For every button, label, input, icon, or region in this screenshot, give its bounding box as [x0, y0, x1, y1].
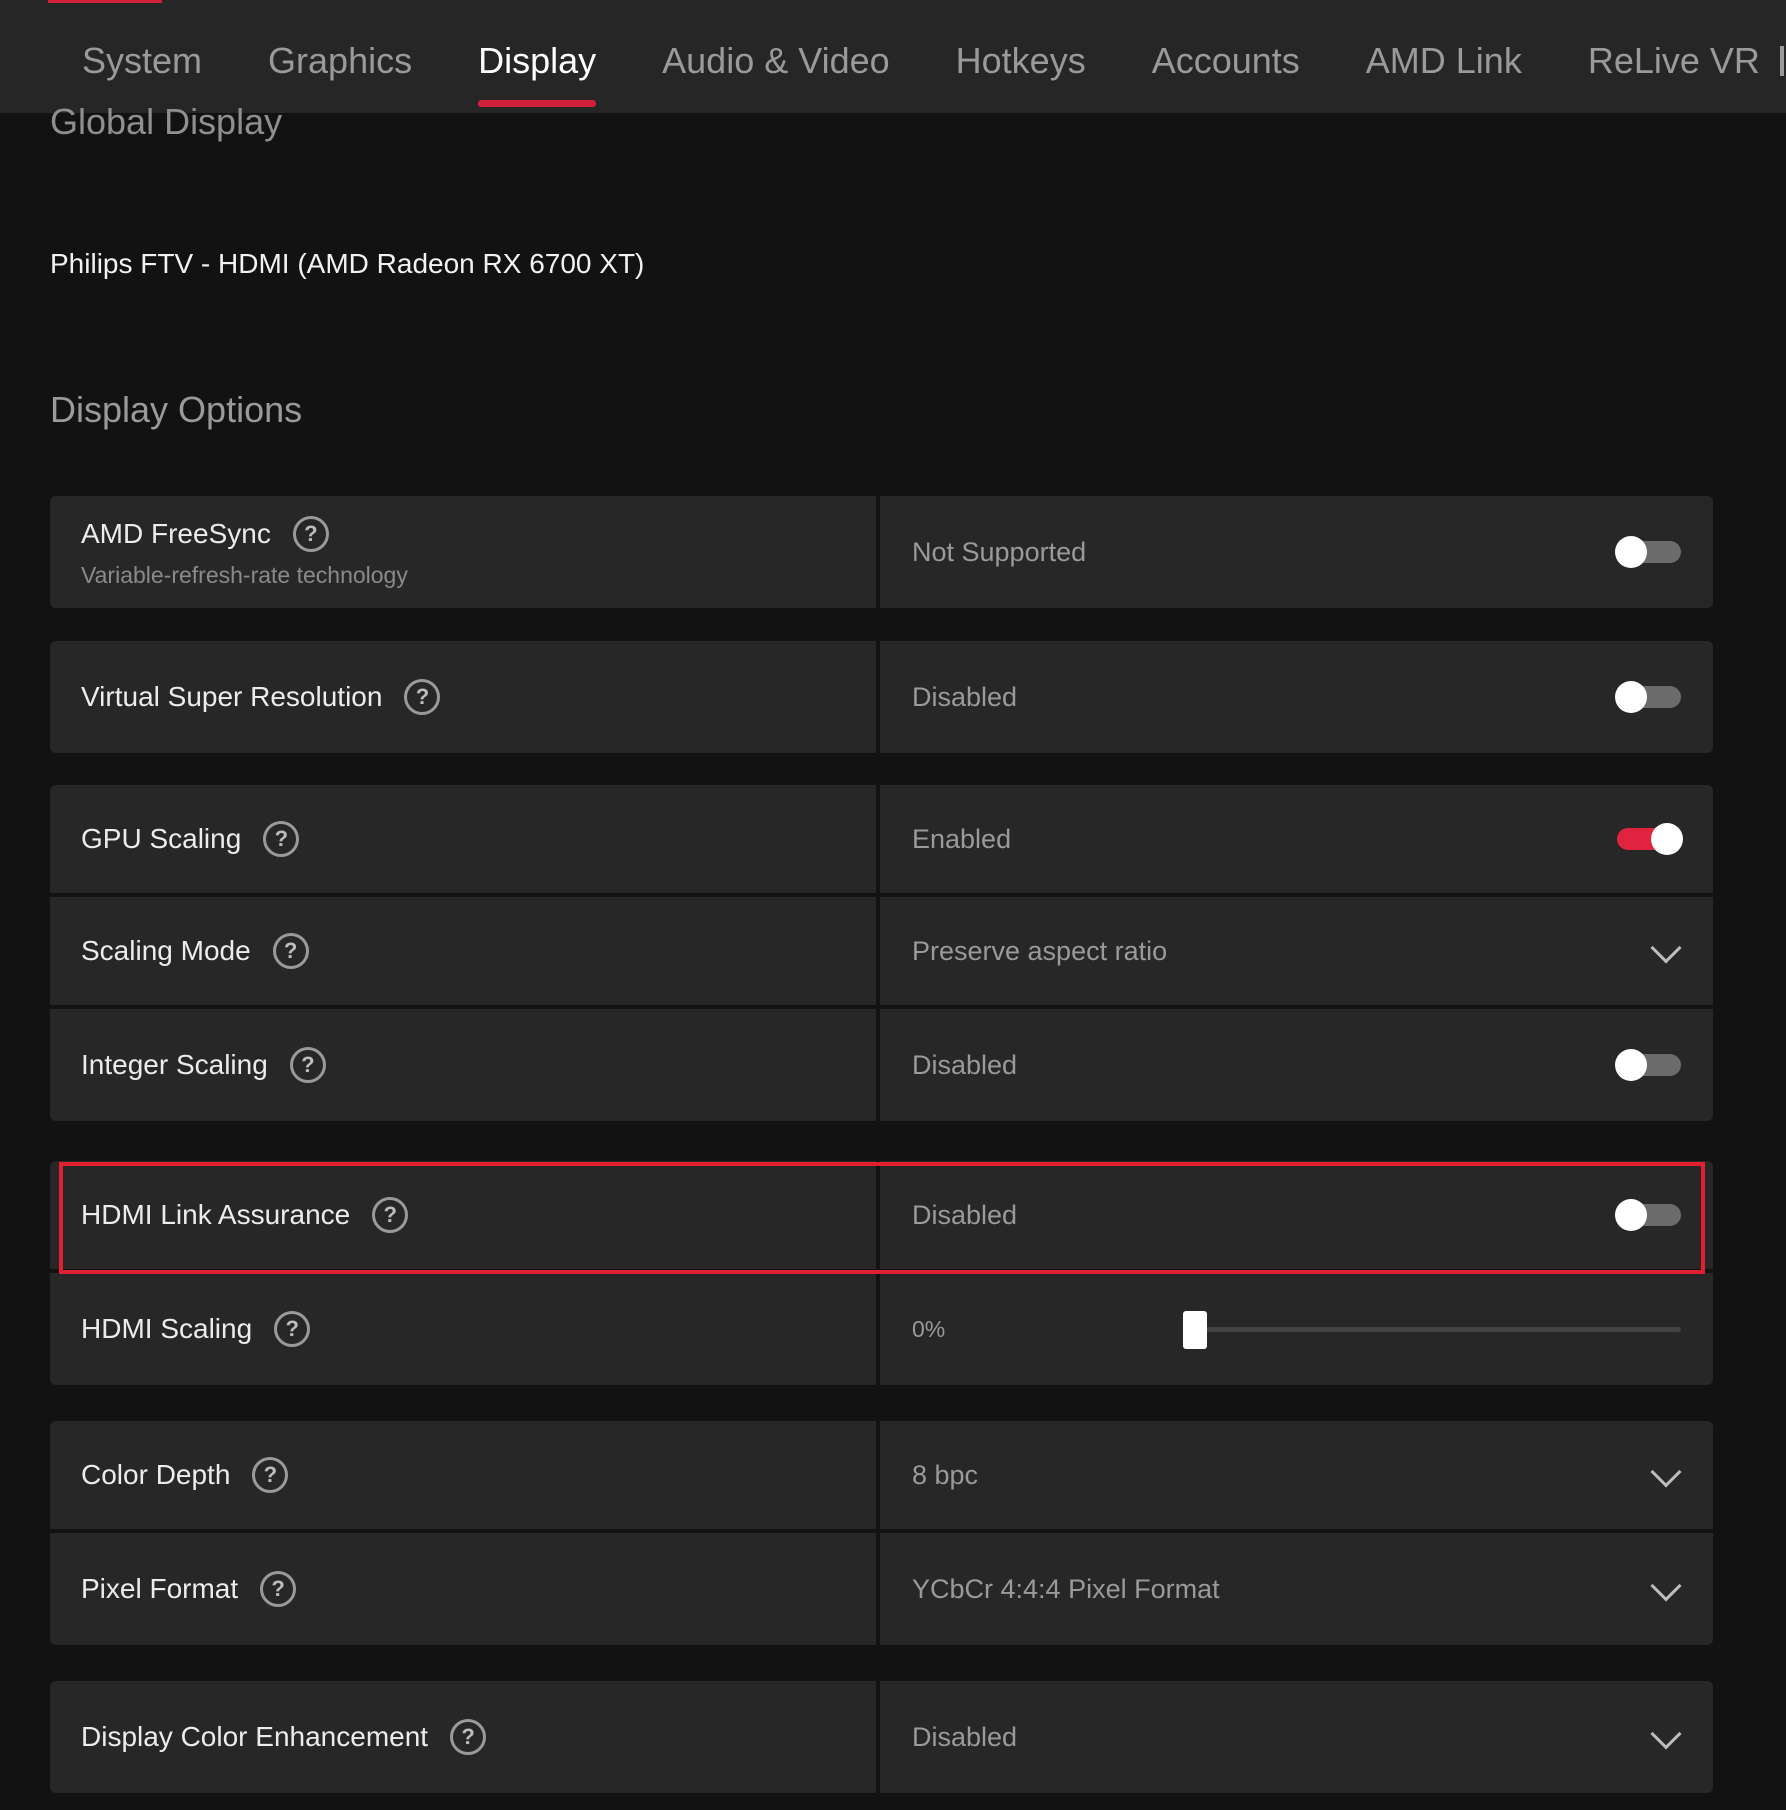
setting-row-color-enhancement: Display Color Enhancement ? Disabled: [50, 1681, 1713, 1793]
display-options-title: Display Options: [50, 389, 303, 430]
color-depth-value: 8 bpc: [912, 1459, 979, 1490]
tab-display[interactable]: Display: [478, 0, 597, 107]
chevron-down-icon[interactable]: [1650, 1718, 1682, 1750]
toggle-knob: [1615, 536, 1647, 568]
integer-scaling-status: Disabled: [912, 1049, 1018, 1080]
setting-row-pixel-format: Pixel Format ? YCbCr 4:4:4 Pixel Format: [50, 1533, 1713, 1645]
color-depth-dropdown[interactable]: 8 bpc: [880, 1421, 1713, 1529]
hdmi-scaling-value: 0%: [912, 1315, 946, 1342]
help-icon[interactable]: ?: [404, 679, 441, 715]
toggle-knob: [1615, 1049, 1647, 1081]
tab-hotkeys[interactable]: Hotkeys: [956, 0, 1086, 82]
chevron-down-icon[interactable]: [1650, 1570, 1682, 1602]
tab-list: System Graphics Display Audio & Video Ho…: [82, 0, 1786, 113]
color-enhancement-dropdown[interactable]: Disabled: [880, 1681, 1713, 1793]
chevron-down-icon[interactable]: [1650, 932, 1682, 964]
setting-row-hdmi-scaling: HDMI Scaling ? 0%: [50, 1273, 1713, 1385]
hdmi-link-toggle[interactable]: [1615, 1199, 1681, 1231]
hdmi-link-label: HDMI Link Assurance: [81, 1199, 351, 1230]
setting-row-integer-scaling: Integer Scaling ? Disabled: [50, 1009, 1713, 1121]
vsr-toggle[interactable]: [1615, 681, 1681, 713]
tab-overflow-stub: [1780, 46, 1784, 76]
setting-row-vsr: Virtual Super Resolution ? Disabled: [50, 641, 1713, 753]
tab-graphics[interactable]: Graphics: [268, 0, 412, 82]
hdmi-link-status: Disabled: [912, 1199, 1018, 1230]
help-icon[interactable]: ?: [263, 821, 300, 857]
help-icon[interactable]: ?: [372, 1197, 409, 1233]
toggle-knob: [1615, 1199, 1647, 1231]
freesync-subtitle: Variable-refresh-rate technology: [81, 561, 408, 588]
help-icon[interactable]: ?: [450, 1719, 487, 1755]
enhancement-group: Display Color Enhancement ? Disabled: [50, 1681, 1713, 1793]
vsr-group: Virtual Super Resolution ? Disabled: [50, 641, 1713, 753]
display-name: Philips FTV - HDMI (AMD Radeon RX 6700 X…: [50, 248, 645, 279]
tab-relive-vr[interactable]: ReLive VR: [1588, 0, 1760, 82]
tab-amd-link[interactable]: AMD Link: [1366, 0, 1522, 82]
slider-thumb[interactable]: [1183, 1310, 1207, 1349]
global-display-title: Global Display: [50, 101, 283, 142]
pixel-format-dropdown[interactable]: YCbCr 4:4:4 Pixel Format: [880, 1533, 1713, 1645]
vsr-status: Disabled: [912, 681, 1018, 712]
color-enhancement-label: Display Color Enhancement: [81, 1721, 429, 1752]
setting-row-scaling-mode: Scaling Mode ? Preserve aspect ratio: [50, 897, 1713, 1009]
pixel-format-label: Pixel Format: [81, 1573, 239, 1604]
integer-scaling-toggle[interactable]: [1615, 1049, 1681, 1081]
setting-row-freesync: AMD FreeSync ? Variable-refresh-rate tec…: [50, 496, 1713, 608]
toggle-knob: [1615, 681, 1647, 713]
setting-row-gpu-scaling: GPU Scaling ? Enabled: [50, 785, 1713, 897]
setting-row-color-depth: Color Depth ? 8 bpc: [50, 1421, 1713, 1533]
hdmi-group: HDMI Link Assurance ? Disabled HDMI Scal…: [50, 1161, 1713, 1385]
hdmi-scaling-slider[interactable]: [1183, 1310, 1681, 1349]
scaling-mode-value: Preserve aspect ratio: [912, 935, 1168, 966]
gpu-scaling-status: Enabled: [912, 823, 1012, 854]
settings-content: Global Display Philips FTV - HDMI (AMD R…: [0, 101, 1786, 1810]
vsr-label: Virtual Super Resolution: [81, 681, 383, 712]
pixel-format-value: YCbCr 4:4:4 Pixel Format: [912, 1573, 1220, 1604]
help-icon[interactable]: ?: [272, 933, 309, 969]
tab-accounts[interactable]: Accounts: [1152, 0, 1300, 82]
help-icon[interactable]: ?: [252, 1457, 289, 1493]
gpu-scaling-toggle[interactable]: [1617, 823, 1683, 855]
freesync-toggle[interactable]: [1615, 536, 1681, 568]
freesync-group: AMD FreeSync ? Variable-refresh-rate tec…: [50, 496, 1713, 608]
top-nav-bar: System Graphics Display Audio & Video Ho…: [0, 0, 1786, 113]
freesync-label: AMD FreeSync: [81, 517, 271, 549]
freesync-status: Not Supported: [912, 536, 1087, 567]
color-depth-label: Color Depth: [81, 1459, 231, 1490]
scaling-mode-label: Scaling Mode: [81, 935, 251, 966]
gpu-scaling-label: GPU Scaling: [81, 823, 242, 854]
help-icon[interactable]: ?: [289, 1047, 326, 1083]
tab-system[interactable]: System: [82, 0, 202, 82]
color-enhancement-value: Disabled: [912, 1721, 1018, 1752]
label-cell: AMD FreeSync ? Variable-refresh-rate tec…: [50, 496, 880, 608]
setting-row-hdmi-link: HDMI Link Assurance ? Disabled: [50, 1161, 1713, 1273]
scaling-mode-dropdown[interactable]: Preserve aspect ratio: [880, 897, 1713, 1005]
hdmi-scaling-label: HDMI Scaling: [81, 1313, 253, 1344]
tab-audio-video[interactable]: Audio & Video: [662, 0, 890, 82]
help-icon[interactable]: ?: [260, 1571, 297, 1607]
help-icon[interactable]: ?: [292, 515, 329, 552]
integer-scaling-label: Integer Scaling: [81, 1049, 268, 1080]
help-icon[interactable]: ?: [274, 1311, 311, 1347]
toggle-knob: [1651, 823, 1683, 855]
value-cell: Not Supported: [880, 496, 1713, 608]
color-group: Color Depth ? 8 bpc Pixel Format ? YCbCr…: [50, 1421, 1713, 1645]
chevron-down-icon[interactable]: [1650, 1456, 1682, 1488]
scaling-group: GPU Scaling ? Enabled Scaling Mode ? Pre…: [50, 785, 1713, 1121]
